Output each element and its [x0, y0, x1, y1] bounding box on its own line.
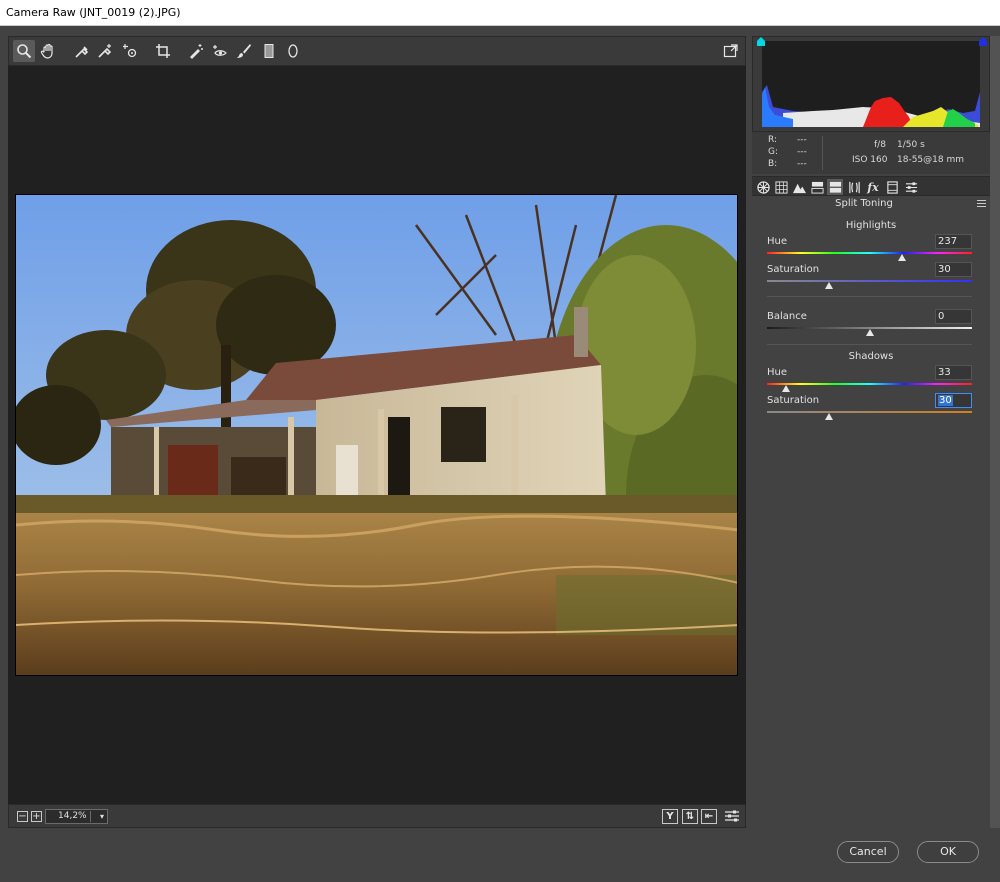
shadow-clipping-icon [757, 37, 765, 46]
divider [767, 296, 972, 297]
balance-value: 0 [938, 311, 945, 322]
balance-thumb[interactable] [865, 329, 874, 336]
tab-hsl[interactable] [809, 179, 825, 195]
tab-presets[interactable] [903, 179, 919, 195]
tab-camera-calibration[interactable] [884, 179, 900, 195]
camera-raw-window: Camera Raw (JNT_0019 (2).JPG) − + 14,2% … [0, 0, 1000, 882]
exif-shutter: 1/50 s [897, 140, 925, 150]
graduated-filter-icon[interactable] [258, 40, 280, 62]
swap-settings-icon[interactable]: ⇅ [682, 809, 698, 824]
highlights-heading: Highlights [845, 220, 897, 231]
shadows-saturation-value: 30 [938, 395, 953, 406]
split-toning-panel: Split Toning Highlights Hue 237 Saturati… [752, 196, 990, 828]
highlights-saturation-field[interactable]: 30 [935, 262, 972, 277]
highlights-saturation-value: 30 [938, 264, 951, 275]
toggle-settings-icon[interactable] [723, 806, 741, 826]
spot-removal-icon[interactable] [185, 40, 207, 62]
divider [767, 344, 972, 345]
shadows-hue-label: Hue [767, 367, 788, 378]
red-eye-icon[interactable] [209, 40, 231, 62]
targeted-adjustment-icon[interactable] [119, 40, 141, 62]
tab-effects[interactable]: fx [865, 179, 881, 195]
dialog-footer: Cancel OK [0, 828, 1000, 882]
shadows-hue-field[interactable]: 33 [935, 365, 972, 380]
white-balance-icon[interactable] [70, 40, 92, 62]
highlights-hue-thumb[interactable] [897, 254, 906, 261]
b-label: B: [768, 159, 778, 169]
tab-basic[interactable] [755, 179, 771, 195]
copy-settings-icon[interactable]: ⇤ [701, 809, 717, 824]
r-value: --- [797, 135, 807, 145]
highlights-hue-value: 237 [938, 236, 958, 247]
panel-menu-icon[interactable] [977, 200, 986, 207]
zoom-in-button[interactable]: + [31, 811, 42, 822]
exif-lens: 18-55@18 mm [897, 155, 964, 165]
shadows-hue-slider[interactable] [767, 383, 972, 385]
panel-tabs: fx [752, 176, 990, 196]
highlights-saturation-label: Saturation [767, 264, 820, 275]
toggle-fullscreen-icon[interactable] [720, 40, 742, 62]
g-value: --- [797, 147, 807, 157]
adjustment-brush-icon[interactable] [233, 40, 255, 62]
g-label: G: [768, 147, 779, 157]
right-panel: R: --- G: --- B: --- f/8 1/50 s ISO 160 … [752, 36, 990, 828]
ok-button[interactable]: OK [917, 841, 979, 863]
balance-field[interactable]: 0 [935, 309, 972, 324]
shadows-hue-thumb[interactable] [781, 385, 790, 392]
tab-tone-curve[interactable] [773, 179, 789, 195]
zoom-icon[interactable] [13, 40, 35, 62]
tab-split-toning[interactable] [827, 179, 843, 195]
zoom-bar: − + 14,2% ▾ Y ⇅ ⇤ [8, 804, 746, 828]
shadows-saturation-label: Saturation [767, 395, 820, 406]
histogram [752, 36, 990, 132]
balance-label: Balance [767, 311, 807, 322]
b-value: --- [797, 159, 807, 169]
radial-filter-icon[interactable] [282, 40, 304, 62]
before-after-y-button[interactable]: Y [662, 809, 678, 824]
shadows-heading: Shadows [848, 351, 894, 362]
tool-bar [8, 36, 746, 66]
shadows-hue-value: 33 [938, 367, 951, 378]
window-title: Camera Raw (JNT_0019 (2).JPG) [0, 0, 1000, 26]
highlight-clipping-icon [979, 37, 987, 46]
cancel-button[interactable]: Cancel [837, 841, 899, 863]
hand-icon[interactable] [37, 40, 59, 62]
panel-title: Split Toning [835, 198, 893, 209]
window-edge [990, 36, 1000, 828]
highlights-hue-field[interactable]: 237 [935, 234, 972, 249]
zoom-value: 14,2% [58, 811, 87, 821]
r-label: R: [768, 135, 778, 145]
shadows-saturation-slider[interactable] [767, 411, 972, 413]
zoom-select[interactable]: 14,2% ▾ [45, 809, 108, 824]
highlights-hue-slider[interactable] [767, 252, 972, 254]
shadows-saturation-thumb[interactable] [824, 413, 833, 420]
highlights-saturation-slider[interactable] [767, 280, 972, 282]
exif-iso: ISO 160 [852, 155, 888, 165]
crop-icon[interactable] [152, 40, 174, 62]
readout-area: R: --- G: --- B: --- f/8 1/50 s ISO 160 … [752, 132, 990, 174]
zoom-out-button[interactable]: − [17, 811, 28, 822]
exif-aperture: f/8 [874, 140, 886, 150]
chevron-down-icon: ▾ [99, 812, 104, 821]
photo-preview [15, 194, 738, 676]
tab-detail[interactable] [791, 179, 807, 195]
highlights-hue-label: Hue [767, 236, 788, 247]
highlights-saturation-thumb[interactable] [824, 282, 833, 289]
color-sampler-icon[interactable] [94, 40, 116, 62]
shadows-saturation-field[interactable]: 30 [935, 393, 972, 408]
tab-lens-corrections[interactable] [846, 179, 862, 195]
